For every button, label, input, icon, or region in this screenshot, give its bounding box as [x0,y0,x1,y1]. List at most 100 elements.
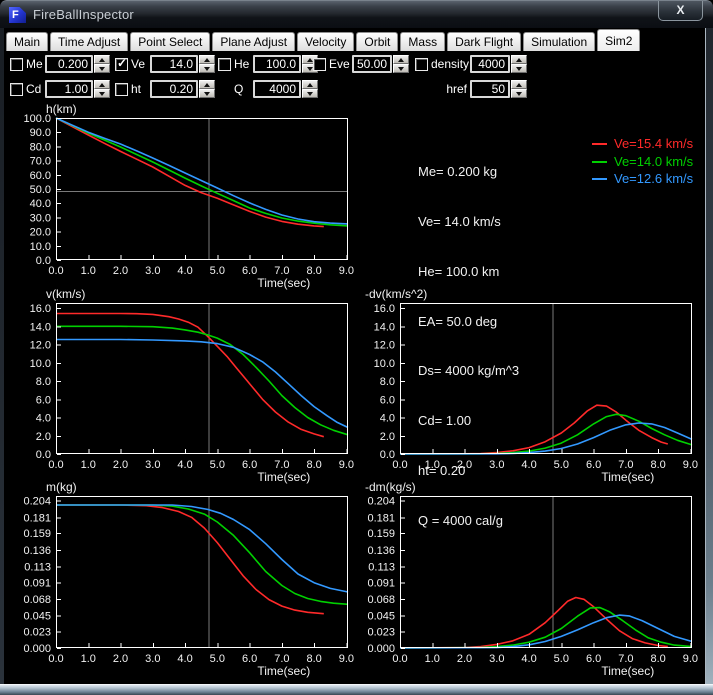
ht-updown [199,80,215,98]
ht-spinbox[interactable] [150,80,198,98]
he-checkbox[interactable] [218,57,231,71]
density-spinbox[interactable] [470,55,510,73]
me-updown [94,55,110,73]
cd-checkbox[interactable] [10,82,23,96]
up-arrow-icon [516,57,522,62]
app-icon[interactable]: F [9,7,26,23]
up-arrow-icon [307,82,313,87]
spin-down-button[interactable] [393,64,409,73]
up-arrow-icon [398,57,404,62]
href-label: href [446,82,467,96]
spin-down-button[interactable] [511,89,527,98]
annotation-line: He= 100.0 km [418,263,500,279]
title-bar[interactable]: F FireBallInspector X [0,0,713,28]
tab-plane-adjust[interactable]: Plane Adjust [212,32,296,51]
tab-simulation[interactable]: Simulation [523,32,596,51]
density-checkbox[interactable] [415,57,428,71]
down-arrow-icon [204,91,210,96]
series-legend: Ve=15.4 km/s Ve=14.0 km/s Ve=12.6 km/s [592,135,693,188]
eve-spinbox[interactable] [352,55,392,73]
spin-down-button[interactable] [511,64,527,73]
window-border-right [705,28,713,684]
href-updown [511,80,527,98]
annotation-line: Q = 4000 cal/g [418,512,503,528]
tab-sim2[interactable]: Sim2 [597,29,641,51]
q-control: Q [234,80,318,98]
annotation-line: ht= 0.20 [418,462,466,478]
up-arrow-icon [99,82,105,87]
he-spinbox[interactable] [253,55,301,73]
tab-dark-flight[interactable]: Dark Flight [447,32,522,51]
cd-updown [94,80,110,98]
spin-up-button[interactable] [94,55,110,64]
tab-strip: Main Time Adjust Point Select Plane Adju… [6,29,641,51]
up-arrow-icon [204,57,210,62]
spin-down-button[interactable] [94,89,110,98]
window-border-bottom [0,684,713,695]
close-button[interactable]: X [658,1,703,21]
spin-down-button[interactable] [94,64,110,73]
annotation-line: Me= 0.200 kg [418,164,498,180]
legend-item-blue: Ve=12.6 km/s [592,170,693,188]
legend-label: Ve=15.4 km/s [614,136,694,151]
q-label: Q [234,82,244,96]
spin-up-button[interactable] [302,80,318,89]
down-arrow-icon [204,66,210,71]
app-window: F FireBallInspector X Main Time Adjust P… [0,0,713,695]
spin-up-button[interactable] [511,80,527,89]
legend-item-red: Ve=15.4 km/s [592,135,693,153]
spin-down-button[interactable] [199,89,215,98]
ht-checkbox[interactable] [115,82,128,96]
eve-label: Eve [329,57,350,71]
window-title: FireBallInspector [33,7,134,22]
cd-control: Cd [10,80,110,98]
up-arrow-icon [516,82,522,87]
spin-down-button[interactable] [302,89,318,98]
legend-label: Ve=12.6 km/s [614,171,694,186]
me-checkbox[interactable] [10,57,23,71]
eve-checkbox[interactable] [313,57,326,71]
density-control: density [415,55,527,73]
spin-up-button[interactable] [393,55,409,64]
spin-up-button[interactable] [199,80,215,89]
me-control: Me [10,55,110,73]
href-spinbox[interactable] [470,80,510,98]
me-label: Me [26,57,43,71]
annotation-line: EA= 50.0 deg [418,313,498,329]
me-spinbox[interactable] [45,55,93,73]
cd-spinbox[interactable] [45,80,93,98]
tab-time-adjust[interactable]: Time Adjust [50,32,129,51]
eve-control: Eve [313,55,409,73]
down-arrow-icon [398,66,404,71]
client-area [4,28,705,684]
spin-up-button[interactable] [199,55,215,64]
ve-control: Ve [115,55,215,73]
spin-down-button[interactable] [199,64,215,73]
ve-updown [199,55,215,73]
spin-up-button[interactable] [511,55,527,64]
ht-label: ht [131,82,142,96]
cd-label: Cd [26,82,42,96]
ve-spinbox[interactable] [150,55,198,73]
tab-orbit[interactable]: Orbit [356,32,399,51]
ht-control: ht [115,80,215,98]
density-updown [511,55,527,73]
href-control: href [440,80,527,98]
down-arrow-icon [307,91,313,96]
he-control: He [218,55,318,73]
annotation-line: Ve= 14.0 km/s [418,213,501,229]
down-arrow-icon [516,91,522,96]
density-label: density [431,57,470,71]
tab-point-select[interactable]: Point Select [130,32,211,51]
he-label: He [234,57,250,71]
tab-main[interactable]: Main [6,32,49,51]
ve-checkbox[interactable] [115,56,128,71]
down-arrow-icon [99,91,105,96]
down-arrow-icon [99,66,105,71]
tab-velocity[interactable]: Velocity [297,32,355,51]
tab-mass[interactable]: Mass [400,32,446,51]
blue-line-key-icon [592,178,607,180]
q-spinbox[interactable] [253,80,301,98]
spin-up-button[interactable] [94,80,110,89]
up-arrow-icon [204,82,210,87]
